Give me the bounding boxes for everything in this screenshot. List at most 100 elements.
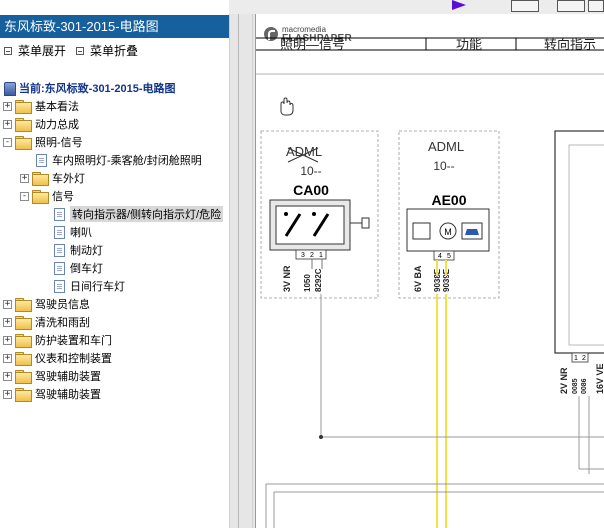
- component-box-right: [554, 130, 604, 354]
- tree-item[interactable]: - 照明-信号: [3, 133, 83, 151]
- tree-item[interactable]: + 基本看法: [3, 97, 79, 115]
- document-viewer[interactable]: macromedia FLASHPAPER 照明—信号 功能 转向指示 ADML…: [255, 14, 604, 528]
- folder-open-icon: [15, 136, 32, 150]
- tree-item[interactable]: + 动力总成: [3, 115, 79, 133]
- component-code: AE00: [431, 192, 466, 208]
- tree-item[interactable]: 车内照明灯-乘客舱/封闭舱照明: [36, 151, 202, 169]
- expand-toggle-icon[interactable]: +: [3, 101, 12, 111]
- tree-item-label: 喇叭: [70, 227, 92, 239]
- viewer-toolbar: [229, 0, 604, 14]
- folder-icon: [32, 172, 49, 186]
- tree-item-label: 信号: [52, 191, 74, 203]
- current-document-label: 当前:东风标致-301-2015-电路图: [19, 83, 176, 95]
- tree-item[interactable]: 倒车灯: [54, 259, 103, 277]
- switch-terminal: [284, 212, 288, 216]
- collapse-all-label: 菜单折叠: [90, 44, 139, 58]
- pin-label: 1: [319, 252, 323, 259]
- current-document[interactable]: 当前:东风标致-301-2015-电路图: [4, 80, 175, 98]
- expand-toggle-icon[interactable]: +: [3, 389, 12, 399]
- expand-toggle-icon[interactable]: +: [3, 119, 12, 129]
- tree-item-label: 仪表和控制装置: [35, 353, 112, 365]
- component-code: CA00: [293, 182, 329, 198]
- tree-item-label: 驾驶辅助装置: [35, 389, 101, 401]
- wire-label: 16V VE: [595, 363, 604, 394]
- collapse-icon: [76, 47, 84, 55]
- page-icon: [36, 153, 47, 167]
- tree-item-label: 动力总成: [35, 119, 79, 131]
- fuse-icon: [412, 222, 431, 240]
- wire-label: 1050: [303, 274, 312, 292]
- pin-label: 2: [582, 355, 586, 362]
- tree-item[interactable]: 喇叭: [54, 223, 92, 241]
- tree-item[interactable]: + 驾驶辅助装置: [3, 385, 101, 403]
- junction-dot: [319, 435, 323, 439]
- wire-label: 0085: [572, 378, 579, 394]
- header-cell: 转向指示: [544, 37, 596, 52]
- wire-label: 3V NR: [282, 265, 292, 292]
- expand-all-button[interactable]: 菜单展开: [4, 42, 66, 60]
- expand-toggle-icon[interactable]: +: [3, 335, 12, 345]
- tree-panel-title: 东风标致-301-2015-电路图: [0, 15, 229, 38]
- hand-pan-icon: [280, 97, 294, 116]
- collapse-all-button[interactable]: 菜单折叠: [76, 42, 138, 60]
- pin-label: 1: [574, 355, 578, 362]
- wire-label: 2V NR: [559, 367, 569, 394]
- collapse-toggle-icon[interactable]: -: [20, 191, 29, 201]
- view-grid-button[interactable]: [588, 0, 604, 12]
- svg-text:M: M: [444, 227, 452, 237]
- folder-open-icon: [32, 190, 49, 204]
- folder-icon: [15, 370, 32, 384]
- tree-toolbar: 菜单展开 菜单折叠: [0, 42, 229, 60]
- tree-item-label: 倒车灯: [70, 263, 103, 275]
- expand-toggle-icon[interactable]: +: [3, 317, 12, 327]
- pin-label: 2: [310, 252, 314, 259]
- folder-icon: [15, 100, 32, 114]
- tree-item-label: 照明-信号: [35, 137, 83, 149]
- component-label: ADML: [428, 139, 464, 154]
- expand-toggle-icon[interactable]: +: [3, 371, 12, 381]
- expand-toggle-icon[interactable]: +: [3, 299, 12, 309]
- folder-icon: [15, 388, 32, 402]
- tree-item[interactable]: + 驾驶辅助装置: [3, 367, 101, 385]
- tree-item-label: 转向指示器/侧转向指示灯/危险: [70, 206, 224, 222]
- tree-item[interactable]: 制动灯: [54, 241, 103, 259]
- splitter-line: [252, 14, 253, 528]
- expand-toggle-icon[interactable]: +: [20, 173, 29, 183]
- tree-item-label: 驾驶辅助装置: [35, 371, 101, 383]
- car-shape: [465, 229, 479, 235]
- circuit-diagram: 照明—信号 功能 转向指示 ADML 10-- CA00 3 2 1 3V NR…: [256, 37, 604, 528]
- view-single-page-button[interactable]: [511, 0, 539, 12]
- folder-icon: [15, 316, 32, 330]
- tree-item-label: 制动灯: [70, 245, 103, 257]
- page-icon: [54, 279, 65, 293]
- tree-item[interactable]: + 清洗和雨刮: [3, 313, 90, 331]
- collapse-toggle-icon[interactable]: -: [3, 137, 12, 147]
- view-two-page-button[interactable]: [557, 0, 585, 12]
- expand-toggle-icon[interactable]: +: [3, 353, 12, 363]
- tree-item-label: 车内照明灯-乘客舱/封闭舱照明: [52, 155, 202, 167]
- tree-item-label: 驾驶员信息: [35, 299, 90, 311]
- tree-item[interactable]: + 防护装置和车门: [3, 331, 112, 349]
- tree-item[interactable]: + 车外灯: [20, 169, 85, 187]
- folder-icon: [15, 352, 32, 366]
- component-sub: 10--: [433, 159, 454, 173]
- play-icon[interactable]: [452, 0, 466, 10]
- folder-icon: [15, 334, 32, 348]
- folder-icon: [15, 298, 32, 312]
- tree-item[interactable]: + 仪表和控制装置: [3, 349, 112, 367]
- tree-item-label: 车外灯: [52, 173, 85, 185]
- panel-splitter[interactable]: [229, 0, 255, 528]
- tree-item[interactable]: - 信号: [20, 187, 74, 205]
- tree-item-label: 清洗和雨刮: [35, 317, 90, 329]
- tree-item[interactable]: 日间行车灯: [54, 277, 125, 295]
- tree-item-selected[interactable]: 转向指示器/侧转向指示灯/危险: [54, 205, 224, 223]
- component-sub: 10--: [300, 164, 321, 178]
- page-icon: [54, 261, 65, 275]
- expand-icon: [4, 47, 12, 55]
- tree-item[interactable]: + 驾驶员信息: [3, 295, 90, 313]
- document-root-icon: [4, 82, 16, 96]
- tree-item-label: 日间行车灯: [70, 281, 125, 293]
- folder-icon: [15, 118, 32, 132]
- page-icon: [54, 243, 65, 257]
- pin-label: 4: [438, 253, 442, 260]
